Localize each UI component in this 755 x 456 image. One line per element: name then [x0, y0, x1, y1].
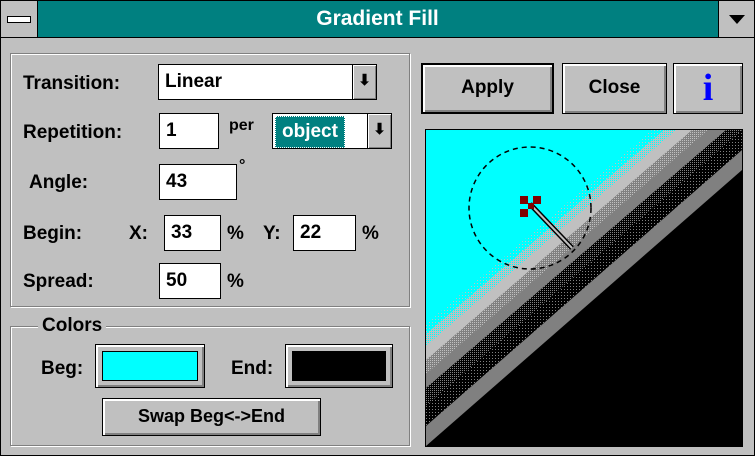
- angle-label: Angle:: [29, 172, 89, 193]
- transition-label: Transition:: [23, 73, 121, 94]
- info-button[interactable]: i: [673, 63, 743, 114]
- spread-label: Spread:: [23, 271, 94, 292]
- spread-unit: %: [227, 271, 244, 292]
- begin-y-label: Y:: [263, 223, 281, 244]
- end-color-button[interactable]: [285, 344, 393, 388]
- angle-unit: °: [239, 157, 246, 174]
- end-label: End:: [231, 358, 274, 379]
- beg-label: Beg:: [41, 358, 84, 379]
- combo-arrow-icon[interactable]: ⬇: [367, 114, 391, 148]
- angle-input[interactable]: 43: [159, 164, 237, 200]
- per-label: per: [229, 117, 254, 134]
- colors-group-label: Colors: [38, 315, 107, 337]
- beg-color-button[interactable]: [95, 344, 205, 388]
- apply-button[interactable]: Apply: [421, 63, 554, 114]
- swap-colors-button[interactable]: Swap Beg<->End: [102, 398, 321, 436]
- gradient-preview[interactable]: [425, 129, 743, 447]
- system-menu-icon: [7, 16, 31, 23]
- begin-label: Begin:: [23, 223, 83, 244]
- beg-color-swatch: [102, 351, 198, 381]
- dropdown-arrow-icon: [729, 15, 745, 24]
- info-icon: i: [702, 67, 714, 109]
- gradient-preview-image: [426, 130, 742, 446]
- begin-y-unit: %: [362, 223, 379, 244]
- title-bar[interactable]: Gradient Fill: [1, 1, 754, 38]
- close-button[interactable]: Close: [562, 63, 667, 114]
- system-menu-button[interactable]: [1, 1, 38, 37]
- repetition-input[interactable]: 1: [159, 113, 219, 149]
- begin-x-label: X:: [129, 223, 148, 244]
- begin-x-input[interactable]: 33: [164, 215, 221, 251]
- end-color-swatch: [292, 351, 386, 381]
- repetition-unit-value: object: [275, 116, 345, 148]
- window-title: Gradient Fill: [316, 7, 439, 30]
- gradient-fill-window: Gradient Fill Transition: Linear ⬇ Repet…: [0, 0, 755, 456]
- transition-value: Linear: [165, 71, 223, 92]
- begin-y-input[interactable]: 22: [293, 215, 356, 251]
- repetition-unit-select[interactable]: object ⬇: [272, 113, 392, 149]
- spread-input[interactable]: 50: [159, 263, 221, 299]
- transition-select[interactable]: Linear ⬇: [158, 64, 377, 100]
- begin-x-unit: %: [227, 223, 244, 244]
- repetition-label: Repetition:: [23, 122, 123, 143]
- window-dropdown-button[interactable]: [718, 1, 754, 37]
- combo-arrow-icon[interactable]: ⬇: [352, 65, 376, 99]
